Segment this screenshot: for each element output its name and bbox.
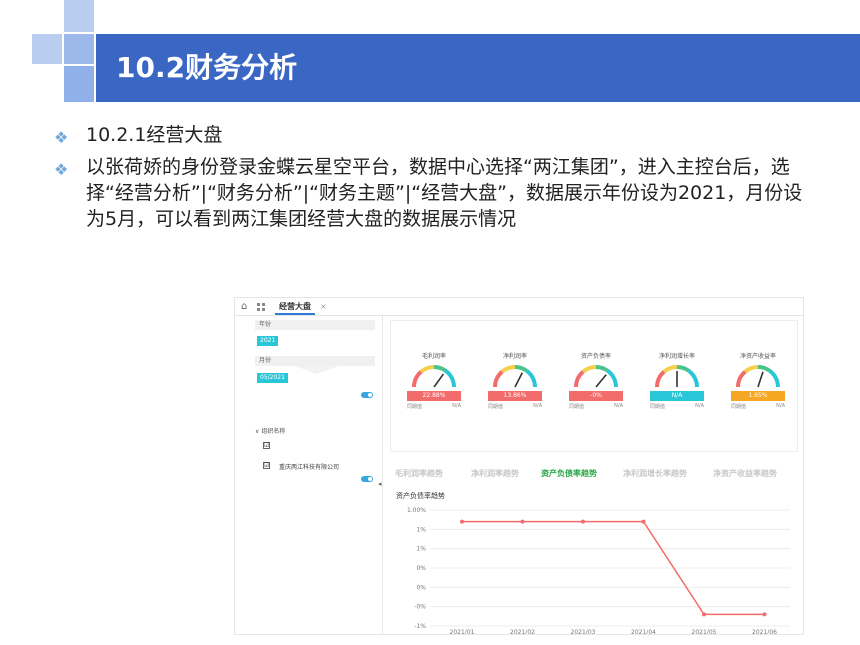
tab-close-icon[interactable]: × bbox=[320, 302, 327, 311]
org-label: ∨ 组织名称 bbox=[255, 426, 285, 435]
gauge-footer-value: N/A bbox=[533, 403, 542, 409]
data-point[interactable] bbox=[702, 612, 706, 617]
bullet-item: ❖ 10.2.1经营大盘 bbox=[54, 122, 814, 148]
month-label: 月份 bbox=[255, 356, 375, 366]
gauge-dial-icon bbox=[655, 365, 699, 388]
toggle-switch[interactable] bbox=[361, 392, 373, 398]
line-chart-svg: 1.00% 1% 1% 0% 0% -0% -1% 2021/01 2021/02 2021/03… bbox=[407, 507, 790, 635]
y-tick-label: 0% bbox=[416, 584, 426, 591]
gauge-footer-label: 同期值 bbox=[407, 404, 423, 410]
trend-chart: 资产负债率趋势 1.00% 1% 1% 0% 0% -0% -1% 2021/01 2021/0… bbox=[390, 490, 798, 635]
slide-title: 10.2财务分析 bbox=[116, 51, 298, 84]
data-point[interactable] bbox=[520, 519, 525, 524]
tab-dashboard[interactable]: 经营大盘 bbox=[275, 301, 315, 315]
trend-tab[interactable]: 净资产收益率趋势 bbox=[713, 468, 777, 479]
y-tick-label: 1% bbox=[416, 546, 426, 553]
gauge-title: 净利润率 bbox=[502, 353, 527, 360]
gauge-footer-label: 同期值 bbox=[569, 404, 585, 410]
funnel-shape bbox=[295, 366, 339, 374]
data-point[interactable] bbox=[581, 519, 585, 524]
gauge-dial-icon bbox=[736, 365, 780, 388]
bullet-text: 以张荷娇的身份登录金蝶云星空平台，数据中心选择“两江集团”，进入主控台后，选择“… bbox=[86, 156, 803, 230]
x-tick-label: 2021/01 bbox=[450, 629, 475, 635]
tab-bar: ⌂ 经营大盘 × bbox=[235, 298, 803, 316]
x-tick-label: 2021/04 bbox=[631, 629, 656, 635]
month-select[interactable]: 05/2021 bbox=[257, 373, 288, 383]
gauge-value: N/A bbox=[650, 391, 704, 401]
gauge-footer-value: N/A bbox=[614, 403, 623, 409]
company-name: 重庆两江科技有限公司 bbox=[279, 464, 340, 471]
gauge-card: 净利润增长率 N/A 同期值 N/A bbox=[648, 351, 706, 441]
embedded-screenshot: ⌂ 经营大盘 × 年份 2021 月份 05/2021 ∨ 组织名称 ☑ ☑ 重… bbox=[234, 297, 804, 635]
x-tick-label: 2021/02 bbox=[510, 629, 535, 635]
slide: 10.2财务分析 ❖ 10.2.1经营大盘 ❖ 以张荷娇的身份登录金蝶云星空平台… bbox=[0, 0, 860, 645]
y-tick-label: -0% bbox=[414, 604, 426, 611]
decor-square bbox=[64, 66, 94, 102]
bullet-text: 10.2.1经营大盘 bbox=[86, 124, 223, 146]
gauge-dial-icon bbox=[412, 365, 456, 388]
gauge-footer-value: N/A bbox=[452, 403, 461, 409]
chevron-down-icon[interactable]: ∨ bbox=[255, 428, 259, 435]
checkbox-company[interactable]: ☑ bbox=[263, 462, 270, 469]
x-tick-label: 2021/03 bbox=[571, 629, 596, 635]
chart-title: 资产负债率趋势 bbox=[396, 492, 445, 500]
org-label-text: 组织名称 bbox=[261, 428, 286, 435]
gauge-cards-area: 毛利润率 22.88% 同期值 N/A 净利润率 13.86% 同期值 N/A 资产负债率 -0%… bbox=[390, 320, 798, 452]
gauge-title: 毛利润率 bbox=[421, 353, 446, 360]
gauge-footer-label: 同期值 bbox=[650, 404, 666, 410]
trend-tabs: 毛利润率趋势 净利润率趋势 资产负债率趋势 净利润增长率趋势 净资产收益率趋势 bbox=[395, 468, 803, 482]
gauge-value: 22.88% bbox=[407, 391, 461, 401]
bullet-diamond-icon: ❖ bbox=[54, 128, 69, 147]
gauge-value: -0% bbox=[569, 391, 623, 401]
bullet-list: ❖ 10.2.1经营大盘 ❖ 以张荷娇的身份登录金蝶云星空平台，数据中心选择“两… bbox=[54, 122, 814, 238]
apps-grid-icon[interactable] bbox=[257, 303, 266, 312]
gauge-footer-value: N/A bbox=[695, 403, 704, 409]
trend-tab[interactable]: 毛利润率趋势 bbox=[395, 468, 443, 479]
year-label: 年份 bbox=[255, 320, 375, 330]
y-tick-label: -1% bbox=[414, 623, 426, 630]
gauge-value: 13.86% bbox=[488, 391, 542, 401]
gauge-footer-value: N/A bbox=[776, 403, 785, 409]
gauge-title: 净利润增长率 bbox=[658, 353, 695, 360]
y-tick-label: 1.00% bbox=[407, 507, 426, 514]
x-tick-label: 2021/06 bbox=[752, 629, 777, 635]
home-icon[interactable]: ⌂ bbox=[241, 302, 251, 312]
gauge-card: 毛利润率 22.88% 同期值 N/A bbox=[405, 351, 463, 441]
trend-tab[interactable]: 净利润率趋势 bbox=[471, 468, 519, 479]
decor-square bbox=[64, 0, 94, 32]
y-tick-label: 1% bbox=[416, 526, 426, 533]
decor-square bbox=[64, 34, 94, 64]
year-select[interactable]: 2021 bbox=[257, 336, 279, 346]
filter-panel: 年份 2021 月份 05/2021 ∨ 组织名称 ☑ ☑ 重庆两江科技有限公司 bbox=[235, 316, 383, 634]
gauge-value: 1.65% bbox=[731, 391, 785, 401]
toggle-switch[interactable] bbox=[361, 476, 373, 482]
gauge-card: 净资产收益率 1.65% 同期值 N/A bbox=[729, 351, 787, 441]
gauge-dial-icon bbox=[574, 365, 618, 388]
gauge-dial-icon bbox=[493, 365, 537, 388]
bullet-diamond-icon: ❖ bbox=[54, 160, 69, 179]
trend-tab[interactable]: 净利润增长率趋势 bbox=[623, 468, 687, 479]
gauge-title: 资产负债率 bbox=[580, 353, 611, 360]
collapse-arrow-icon[interactable]: ◂ bbox=[378, 480, 382, 488]
gauge-footer-label: 同期值 bbox=[488, 404, 504, 410]
data-point[interactable] bbox=[460, 519, 464, 524]
gauge-title: 净资产收益率 bbox=[739, 353, 776, 360]
bullet-item: ❖ 以张荷娇的身份登录金蝶云星空平台，数据中心选择“两江集团”，进入主控台后，选… bbox=[54, 154, 814, 232]
trend-tab[interactable]: 资产负债率趋势 bbox=[541, 468, 597, 479]
x-tick-label: 2021/05 bbox=[692, 629, 717, 635]
data-point[interactable] bbox=[641, 519, 646, 524]
gauge-card: 净利润率 13.86% 同期值 N/A bbox=[486, 351, 544, 441]
gauge-card: 资产负债率 -0% 同期值 N/A bbox=[567, 351, 625, 441]
gauge-footer-label: 同期值 bbox=[731, 404, 747, 410]
checkbox-all[interactable]: ☑ bbox=[263, 442, 270, 449]
data-point[interactable] bbox=[762, 612, 767, 617]
decor-square bbox=[32, 34, 62, 64]
y-tick-label: 0% bbox=[416, 565, 426, 572]
